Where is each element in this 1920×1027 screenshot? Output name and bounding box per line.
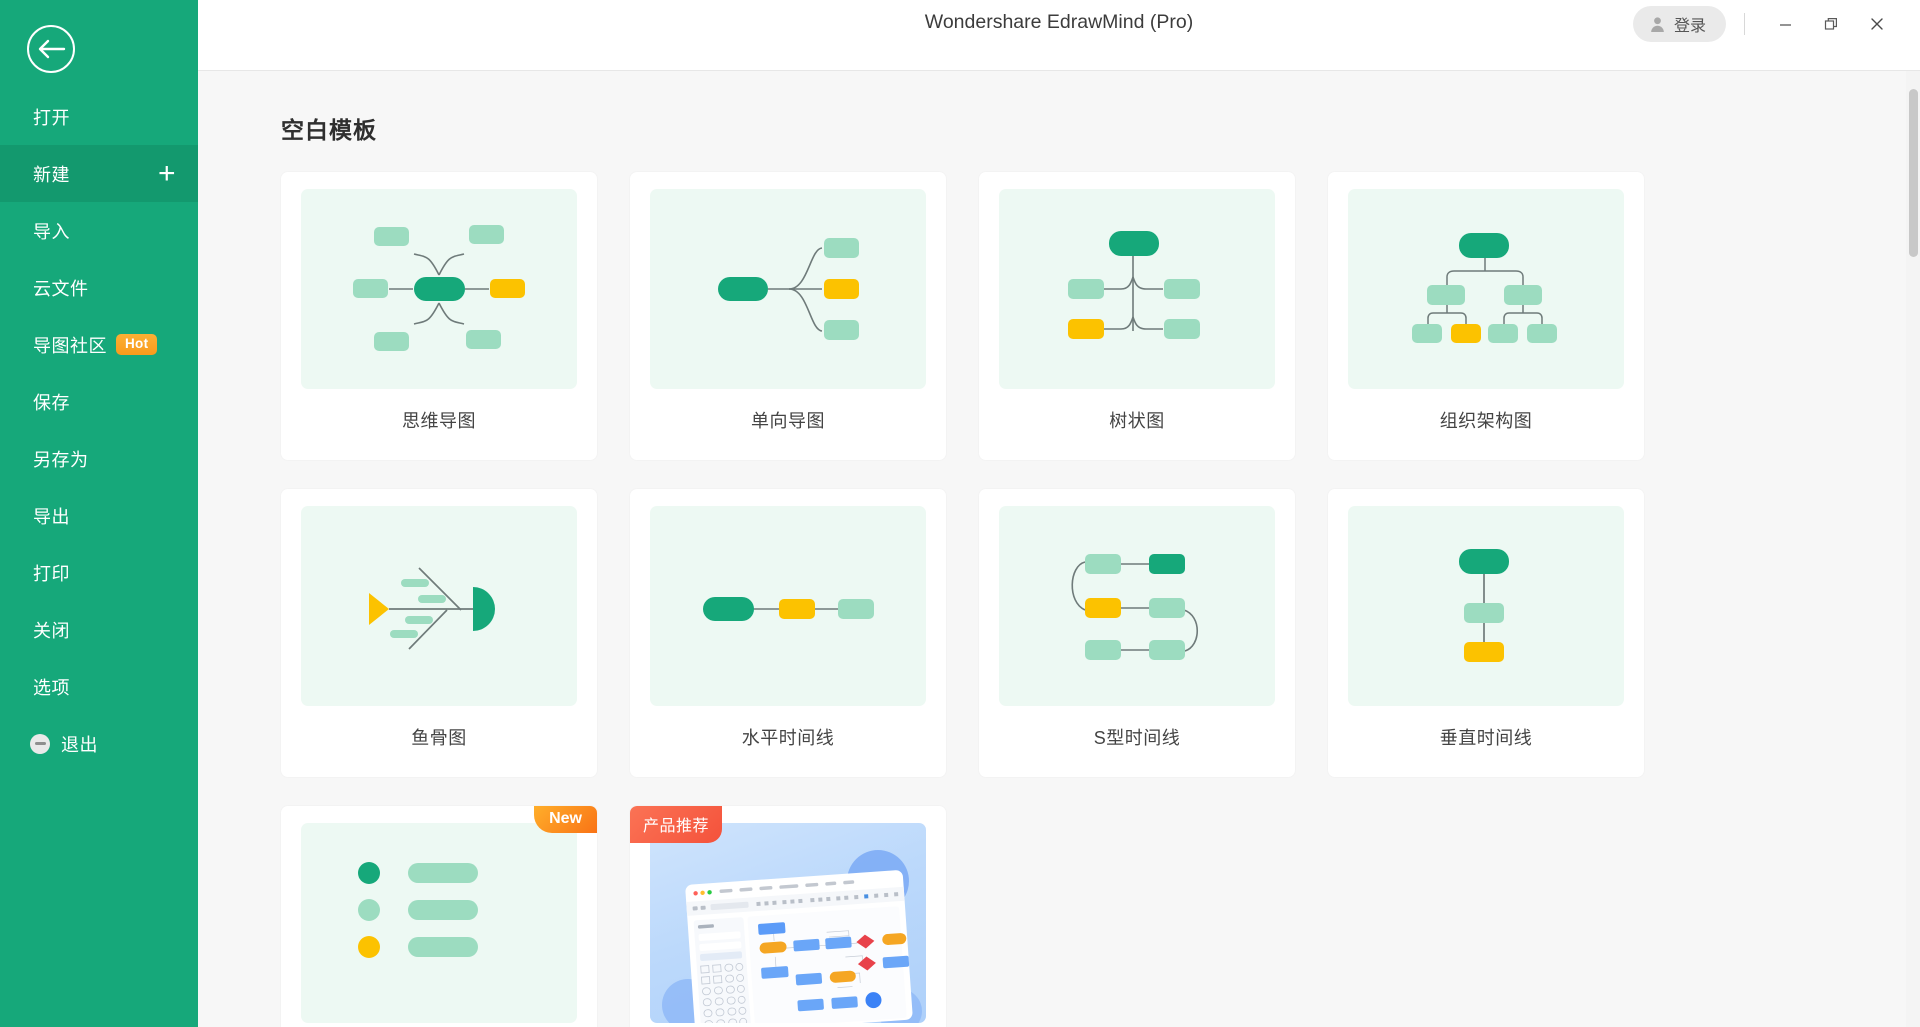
new-badge: New — [534, 806, 597, 833]
template-thumbnail — [301, 506, 577, 706]
sidebar-item-label: 保存 — [33, 392, 70, 413]
outline-preview-icon — [358, 862, 478, 958]
sidebar-item-label: 另存为 — [33, 449, 89, 470]
template-label: S型时间线 — [1093, 728, 1181, 748]
sidebar-item-label: 导出 — [33, 506, 70, 527]
application-window: 打开 新建 + 导入 云文件 导图社区 Hot 保存 另存为 导出 打印 关闭 … — [0, 0, 1920, 1027]
template-thumbnail — [999, 506, 1275, 706]
arrow-left-icon — [38, 39, 66, 59]
sidebar-item-exit[interactable]: 退出 — [0, 715, 198, 772]
sidebar-item-save-as[interactable]: 另存为 — [0, 430, 198, 487]
vertical-scrollbar[interactable] — [1906, 71, 1920, 1027]
title-bar: Wondershare EdrawMind (Pro) 登录 — [198, 0, 1920, 70]
sidebar-item-print[interactable]: 打印 — [0, 544, 198, 601]
sidebar-item-export[interactable]: 导出 — [0, 487, 198, 544]
promo-badge: 产品推荐 — [630, 806, 723, 843]
template-thumbnail — [650, 506, 926, 706]
tree-diagram-preview-icon — [1068, 231, 1200, 339]
user-icon — [1651, 16, 1664, 32]
sidebar: 打开 新建 + 导入 云文件 导图社区 Hot 保存 另存为 导出 打印 关闭 … — [0, 0, 198, 1027]
template-label: 思维导图 — [402, 411, 476, 431]
mindmap-preview-icon — [353, 225, 525, 351]
sidebar-item-save[interactable]: 保存 — [0, 373, 198, 430]
page-title: 空白模板 — [281, 117, 377, 143]
back-button[interactable] — [27, 25, 75, 73]
template-thumbnail — [999, 189, 1275, 389]
sidebar-item-label: 选项 — [33, 677, 70, 698]
minimize-button[interactable] — [1762, 7, 1808, 41]
template-label: 垂直时间线 — [1439, 728, 1533, 748]
templates-scroll-area: 空白模板 思维导图 单向导图 树状图 组织架构图 鱼骨图 水平时间线 S型时间线… — [198, 71, 1920, 1027]
main-area: Wondershare EdrawMind (Pro) 登录 空白模板 思维导图… — [198, 0, 1920, 1027]
template-label: 鱼骨图 — [411, 728, 467, 748]
template-thumbnail — [1348, 506, 1624, 706]
controls-divider — [1744, 13, 1745, 35]
template-thumbnail — [301, 189, 577, 389]
template-thumbnail — [650, 189, 926, 389]
template-thumbnail — [650, 823, 926, 1023]
minimize-icon — [1779, 24, 1791, 26]
sidebar-item-label: 导入 — [33, 221, 70, 242]
login-button[interactable]: 登录 — [1632, 6, 1726, 42]
login-label: 登录 — [1673, 18, 1706, 35]
minus-circle-icon — [30, 733, 50, 754]
restore-button[interactable] — [1808, 7, 1854, 41]
template-card-mindmap[interactable]: 思维导图 — [281, 172, 597, 460]
template-card-promo[interactable]: 产品推荐 — [630, 806, 946, 1027]
restore-icon — [1824, 18, 1837, 30]
sidebar-item-open[interactable]: 打开 — [0, 88, 198, 145]
template-card-oneway[interactable]: 单向导图 — [630, 172, 946, 460]
template-card-outline[interactable]: New — [281, 806, 597, 1027]
template-label: 水平时间线 — [741, 728, 835, 748]
template-label: 组织架构图 — [1439, 411, 1533, 431]
template-card-timeline-s[interactable]: S型时间线 — [979, 489, 1295, 777]
template-thumbnail — [1348, 189, 1624, 389]
close-button[interactable] — [1854, 7, 1900, 41]
sidebar-item-label: 关闭 — [33, 620, 70, 641]
sidebar-item-options[interactable]: 选项 — [0, 658, 198, 715]
scrollbar-thumb[interactable] — [1909, 89, 1918, 257]
sidebar-item-label: 打印 — [33, 563, 70, 584]
template-card-fishbone[interactable]: 鱼骨图 — [281, 489, 597, 777]
plus-icon: + — [157, 156, 176, 190]
window-controls: 登录 — [1632, 6, 1900, 42]
template-card-tree[interactable]: 树状图 — [979, 172, 1295, 460]
template-label: 单向导图 — [751, 411, 825, 431]
sidebar-item-label: 导图社区 — [33, 335, 107, 356]
sidebar-item-label: 退出 — [61, 734, 98, 755]
fishbone-preview-icon — [369, 567, 495, 650]
template-card-orgchart[interactable]: 组织架构图 — [1328, 172, 1644, 460]
hot-badge: Hot — [116, 333, 158, 356]
sidebar-item-label: 新建 — [33, 164, 70, 185]
oneway-mindmap-preview-icon — [718, 238, 859, 340]
close-icon — [1871, 18, 1883, 30]
orgchart-preview-icon — [1412, 233, 1557, 343]
sidebar-item-close[interactable]: 关闭 — [0, 601, 198, 658]
sidebar-item-community[interactable]: 导图社区 Hot — [0, 316, 198, 373]
template-grid: 思维导图 单向导图 树状图 组织架构图 鱼骨图 水平时间线 S型时间线 垂直时间… — [281, 172, 1920, 1027]
horizontal-timeline-preview-icon — [703, 597, 874, 621]
product-promo-preview-icon — [662, 850, 922, 1023]
s-timeline-preview-icon — [1071, 554, 1198, 660]
sidebar-item-import[interactable]: 导入 — [0, 202, 198, 259]
template-label: 树状图 — [1109, 411, 1165, 431]
sidebar-item-new[interactable]: 新建 + — [0, 145, 198, 202]
vertical-timeline-preview-icon — [1459, 549, 1509, 662]
sidebar-item-label: 云文件 — [33, 278, 89, 299]
sidebar-item-cloud-files[interactable]: 云文件 — [0, 259, 198, 316]
sidebar-nav: 打开 新建 + 导入 云文件 导图社区 Hot 保存 另存为 导出 打印 关闭 … — [0, 88, 198, 772]
sidebar-item-label: 打开 — [33, 107, 70, 128]
template-card-timeline-vertical[interactable]: 垂直时间线 — [1328, 489, 1644, 777]
template-card-timeline-horizontal[interactable]: 水平时间线 — [630, 489, 946, 777]
template-thumbnail — [301, 823, 577, 1023]
